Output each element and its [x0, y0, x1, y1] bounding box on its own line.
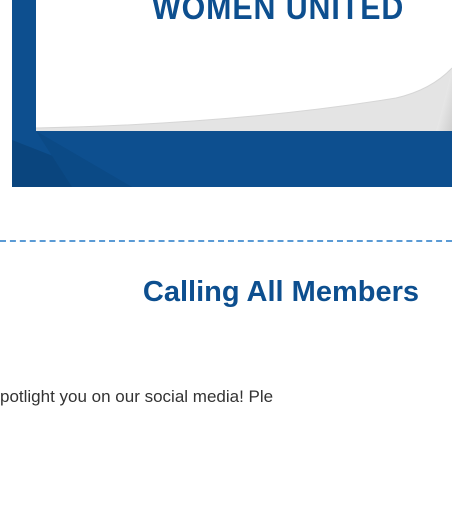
- banner-headline: WOMEN UNITED: [152, 0, 405, 26]
- dashed-divider: [0, 240, 452, 242]
- banner-card: WOMEN UNITED: [36, 0, 452, 131]
- women-united-banner[interactable]: WOMEN UNITED: [12, 0, 452, 187]
- section-title: Calling All Members: [142, 276, 419, 308]
- email-page: WOMEN UNITED Calling All Members potligh…: [0, 0, 452, 529]
- body-text: potlight you on our social media! Ple: [0, 387, 274, 406]
